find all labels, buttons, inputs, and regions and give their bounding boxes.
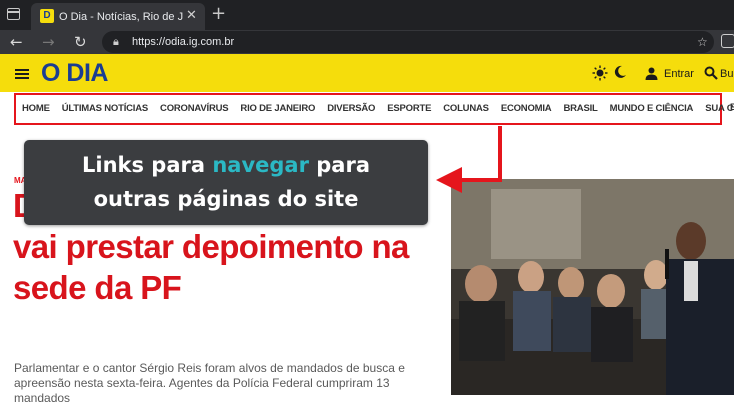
search-icon[interactable] <box>704 66 718 80</box>
forward-icon[interactable]: → <box>42 32 55 52</box>
callout-highlight: navegar <box>212 153 309 177</box>
nav-item[interactable]: MUNDO E CIÊNCIA <box>610 103 694 115</box>
annotation-callout: Links para navegar para outras páginas d… <box>24 140 428 225</box>
nav-item[interactable]: HOME <box>22 103 50 115</box>
browser-tab-bar: D O Dia - Notícias, Rio de Janeiro, ... … <box>0 0 734 30</box>
nav-item[interactable]: COLUNAS <box>443 103 489 115</box>
browser-toolbar: ← → ↻ 🔒︎ https://odia.ig.com.br ☆ <box>0 30 734 54</box>
article-photo-image <box>451 179 734 395</box>
close-tab-icon[interactable]: ✕ <box>186 8 197 24</box>
sun-icon[interactable] <box>592 65 608 81</box>
browser-tab[interactable]: D O Dia - Notícias, Rio de Janeiro, ... … <box>31 3 205 30</box>
site-logo[interactable]: O DIA <box>41 60 108 87</box>
annotation-arrow-icon <box>436 126 502 193</box>
extensions-icon[interactable] <box>721 34 734 48</box>
menu-icon[interactable] <box>15 69 29 79</box>
address-bar[interactable]: 🔒︎ https://odia.ig.com.br ☆ <box>102 31 714 53</box>
search-label[interactable]: Bu <box>720 67 733 81</box>
url-text[interactable]: https://odia.ig.com.br <box>132 35 234 49</box>
nav-item[interactable]: RIO DE JANEIRO <box>240 103 315 115</box>
nav-item[interactable]: ESPORTE <box>387 103 431 115</box>
nav-item[interactable]: DIVERSÃO <box>327 103 375 115</box>
nav-item[interactable]: CORONAVÍRUS <box>160 103 229 115</box>
window-menu-icon[interactable] <box>7 8 20 20</box>
login-link[interactable]: Entrar <box>664 67 694 81</box>
moon-icon[interactable] <box>613 65 627 79</box>
nav-item[interactable]: ÚLTIMAS NOTÍCIAS <box>62 103 149 115</box>
star-icon[interactable]: ☆ <box>697 34 708 50</box>
nav-item[interactable]: BRASIL <box>563 103 597 115</box>
tab-title: O Dia - Notícias, Rio de Janeiro, ... <box>59 11 183 23</box>
nav-item[interactable]: ECONOMIA <box>501 103 552 115</box>
lock-icon: 🔒︎ <box>113 35 119 48</box>
new-tab-button[interactable]: + <box>211 4 226 24</box>
callout-line-1: Links para navegar para <box>81 153 371 177</box>
article-photo[interactable] <box>451 179 734 395</box>
reload-icon[interactable]: ↻ <box>74 32 87 52</box>
back-icon[interactable]: ← <box>10 32 23 52</box>
site-favicon-icon: D <box>40 9 54 23</box>
section-nav: HOME ÚLTIMAS NOTÍCIAS CORONAVÍRUS RIO DE JA… <box>14 93 734 125</box>
callout-line-2: outras páginas do site <box>93 187 359 211</box>
section-nav-list: HOME ÚLTIMAS NOTÍCIAS CORONAVÍRUS RIO DE JA… <box>16 95 734 123</box>
article-summary: Parlamentar e o cantor Sérgio Reis foram… <box>14 361 405 405</box>
user-icon[interactable] <box>645 67 658 80</box>
nav-item-overflow[interactable]: E <box>730 102 734 114</box>
